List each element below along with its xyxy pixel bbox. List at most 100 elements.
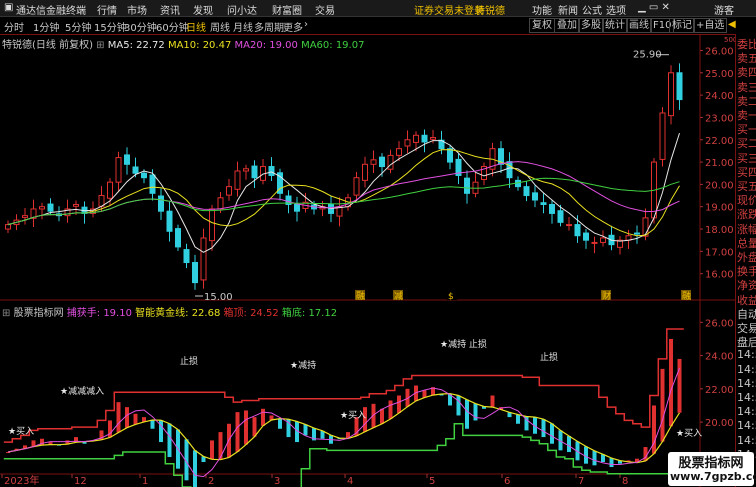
menu-wenxiaoda[interactable]: 问小达 xyxy=(227,2,257,17)
period-30min[interactable]: 30分钟 xyxy=(124,19,157,34)
signal-annotation: ★买入 xyxy=(8,426,34,437)
candle-body xyxy=(294,203,300,212)
tool-add-watchlist[interactable]: +自选 xyxy=(693,18,728,33)
y-tick-label: 24.00 xyxy=(705,91,734,102)
quote-field-label: 14:56 xyxy=(737,376,756,390)
x-tick-label: 8 xyxy=(622,476,628,487)
y-top-mark: 500 xyxy=(724,36,735,44)
line-box-bottom: 箱底: 17.12 xyxy=(281,308,338,319)
candle-body xyxy=(549,203,555,214)
tool-huaxian[interactable]: 画线 xyxy=(626,18,652,33)
candle-body xyxy=(251,165,258,179)
period-60min[interactable]: 60分钟 xyxy=(156,19,189,34)
indicator-bar xyxy=(592,450,597,466)
indicator-bar xyxy=(125,407,129,428)
period-15min[interactable]: 15分钟 xyxy=(94,19,127,34)
menu-hangqing[interactable]: 行情 xyxy=(97,2,117,17)
indicator-bar xyxy=(261,408,265,426)
panel-menu-icon[interactable]: ⊞ xyxy=(2,308,10,319)
candle-body xyxy=(413,134,419,143)
menu-xuanxiang[interactable]: 选项 xyxy=(606,2,626,17)
indicator-bar xyxy=(652,405,656,454)
menu-zixun[interactable]: 资讯 xyxy=(160,2,180,17)
period-toolbar: 分时 1分钟 5分钟 15分钟 30分钟 60分钟 日线 周线 月线 多周期 更… xyxy=(0,17,756,35)
indicator-bar xyxy=(516,414,520,424)
candle-body xyxy=(234,170,241,190)
ma20-label: MA20: 19.00 xyxy=(234,40,298,51)
line-buhuoshou: 捕获手: 19.10 xyxy=(66,308,132,319)
indicator-bar xyxy=(303,424,308,436)
window-controls[interactable]: ▁ ▭ ✕ xyxy=(638,2,670,13)
x-tick-label: 6 xyxy=(504,476,510,487)
menu-faxian[interactable]: 发现 xyxy=(193,2,213,17)
tool-biaoji[interactable]: 标记 xyxy=(669,18,695,33)
period-multi[interactable]: 多周期 xyxy=(254,19,284,34)
ma10-label: MA10: 20.47 xyxy=(167,40,232,51)
quote-field-label: 14:56 xyxy=(737,419,756,433)
candle-body xyxy=(132,166,139,174)
signal-annotation: ★减持 xyxy=(290,359,316,371)
x-tick-label: 12 xyxy=(74,476,87,487)
login-status[interactable]: 证券交易未登录 xyxy=(414,2,484,17)
menu-gongshi[interactable]: 公式 xyxy=(582,2,602,17)
tool-fuquan[interactable]: 复权 xyxy=(529,18,555,33)
indicator-bar xyxy=(210,440,214,460)
y-tick-label: 17.00 xyxy=(705,247,734,258)
indicator-bar xyxy=(669,338,673,427)
candle-body xyxy=(243,168,249,172)
indicator-bar xyxy=(252,417,257,437)
menu-xinwen[interactable]: 新闻 xyxy=(558,2,578,17)
dropdown-icon[interactable]: ⊞ xyxy=(96,40,104,51)
low-label: 15.00 xyxy=(204,292,233,303)
candle-body xyxy=(566,224,572,227)
menu-caifuquan[interactable]: 财富圈 xyxy=(272,2,302,17)
sub-y-tick-label: 22.00 xyxy=(705,385,734,396)
candle-body xyxy=(353,177,360,196)
tool-tongji[interactable]: 统计 xyxy=(602,18,628,33)
y-tick-label: 20.00 xyxy=(705,180,734,191)
candle-body xyxy=(430,137,436,140)
tool-diejia[interactable]: 叠加 xyxy=(554,18,580,33)
candle-body xyxy=(421,134,428,143)
x-tick-label: 1 xyxy=(142,476,148,487)
period-5min[interactable]: 5分钟 xyxy=(65,19,91,34)
menu-jiaoyi[interactable]: 交易 xyxy=(315,2,335,17)
indicator-bar xyxy=(150,420,155,429)
app-logo-icon: ▣ xyxy=(4,2,14,13)
kline-chart[interactable]: 26.00 25.00 24.00 23.00 22.00 21.00 20.00 19.00… xyxy=(0,34,735,487)
indicator-bar xyxy=(422,390,427,398)
period-daily[interactable]: 日线 xyxy=(186,19,206,34)
tool-duogu[interactable]: 多股 xyxy=(578,18,604,33)
period-1min[interactable]: 1分钟 xyxy=(33,19,59,34)
indicator-bar xyxy=(397,395,401,413)
period-more[interactable]: 更多 xyxy=(283,19,303,34)
candlestick-series xyxy=(5,63,683,290)
menu-gongneng[interactable]: 功能 xyxy=(532,2,552,17)
x-tick-label: 7 xyxy=(578,476,584,487)
event-mark: 财 xyxy=(602,290,611,302)
signal-annotation: ★减减减入 xyxy=(60,385,104,397)
indicator-bar xyxy=(660,368,665,442)
indicator-bar xyxy=(465,399,469,429)
indicator-bar xyxy=(380,408,384,424)
period-fenshi[interactable]: 分时 xyxy=(4,19,24,34)
indicator-bar xyxy=(643,447,648,461)
menu-shichang[interactable]: 市场 xyxy=(127,2,147,17)
candle-body xyxy=(557,210,564,223)
signal-annotation: ★买入 xyxy=(676,428,702,439)
indicator-bar xyxy=(677,358,682,413)
candle-body xyxy=(447,148,453,163)
guest-label[interactable]: 游客 xyxy=(714,2,734,17)
quote-field-label: 14:56 xyxy=(737,405,756,419)
expand-panel-icon[interactable]: ◀ xyxy=(728,19,736,30)
quote-field-label: 14:56 xyxy=(737,362,756,376)
candle-body xyxy=(523,186,530,197)
candle-body xyxy=(192,262,198,284)
chevron-right-icon[interactable]: › xyxy=(304,19,308,30)
candle-body xyxy=(22,215,28,218)
period-weekly[interactable]: 周线 xyxy=(210,19,230,34)
signal-annotation: 止损 xyxy=(180,355,198,367)
period-monthly[interactable]: 月线 xyxy=(233,19,253,34)
candle-body xyxy=(217,197,224,210)
candle-body xyxy=(600,237,606,243)
